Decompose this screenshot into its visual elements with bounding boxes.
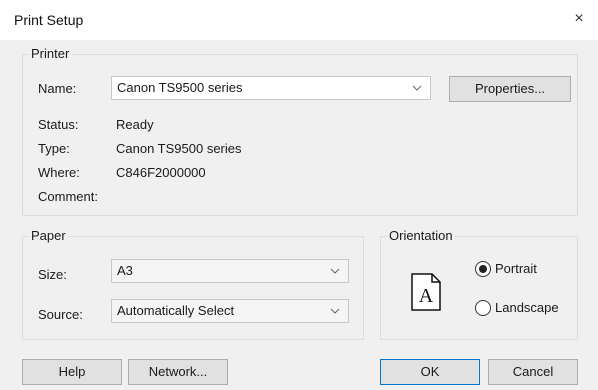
chevron-down-icon (330, 268, 340, 274)
paper-size-label: Size: (38, 267, 67, 282)
properties-button[interactable]: Properties... (449, 76, 571, 102)
network-button[interactable]: Network... (128, 359, 228, 385)
landscape-label[interactable]: Landscape (495, 300, 559, 316)
paper-source-label: Source: (38, 307, 83, 322)
printer-name-select[interactable]: Canon TS9500 series (111, 76, 431, 100)
printer-group: Printer Name: Canon TS9500 series Proper… (22, 46, 578, 216)
paper-size-value: A3 (117, 263, 133, 278)
help-button[interactable]: Help (22, 359, 122, 385)
close-icon[interactable]: × (568, 8, 590, 30)
where-label: Where: (38, 165, 80, 180)
type-label: Type: (38, 141, 70, 156)
chevron-down-icon (330, 308, 340, 314)
portrait-radio-dot (479, 265, 487, 273)
title-bar: Print Setup × (0, 0, 598, 40)
landscape-radio[interactable] (475, 300, 491, 316)
printer-name-label: Name: (38, 81, 77, 96)
dialog-body: Printer Name: Canon TS9500 series Proper… (0, 40, 598, 390)
printer-group-legend: Printer (29, 46, 72, 62)
status-label: Status: (38, 117, 79, 132)
orientation-group: Orientation A Portrait Landscape (380, 228, 578, 340)
orientation-group-legend: Orientation (387, 228, 455, 244)
type-value: Canon TS9500 series (116, 141, 242, 156)
printer-name-value: Canon TS9500 series (117, 80, 243, 95)
portrait-label[interactable]: Portrait (495, 261, 537, 277)
ok-button[interactable]: OK (380, 359, 480, 385)
window-title: Print Setup (14, 12, 84, 28)
paper-group-legend: Paper (29, 228, 68, 244)
status-value: Ready (116, 117, 154, 132)
paper-group: Paper Size: A3 Source: Automatically Sel… (22, 228, 364, 340)
where-value: C846F2000000 (116, 165, 206, 180)
comment-label: Comment: (38, 189, 98, 204)
portrait-radio[interactable] (475, 261, 491, 277)
paper-source-value: Automatically Select (117, 303, 235, 318)
page-preview-letter: A (419, 285, 434, 307)
paper-size-select[interactable]: A3 (111, 259, 349, 283)
paper-source-select[interactable]: Automatically Select (111, 299, 349, 323)
cancel-button[interactable]: Cancel (488, 359, 578, 385)
page-portrait-icon: A (411, 273, 441, 311)
chevron-down-icon (412, 85, 422, 91)
